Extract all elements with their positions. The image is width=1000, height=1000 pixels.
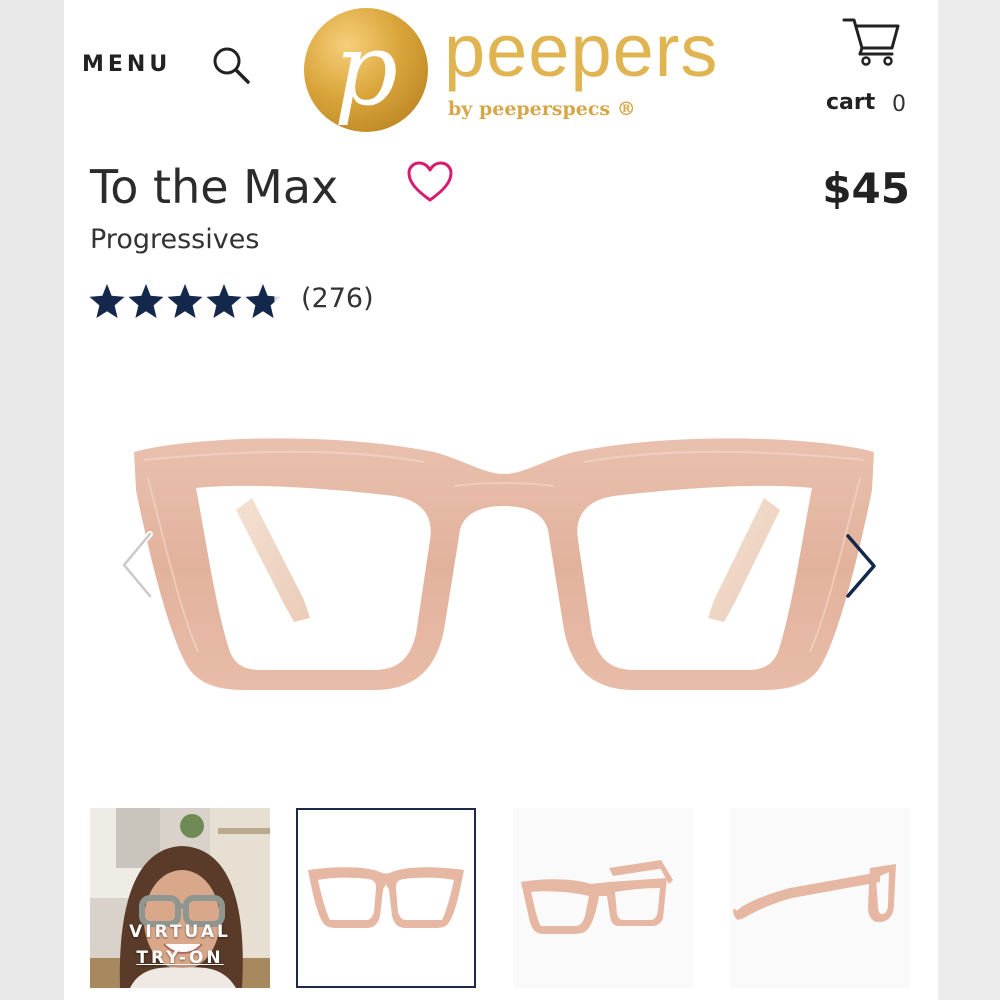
search-icon[interactable]: [210, 44, 252, 86]
star-icon: [167, 284, 203, 318]
product-page: MENU p peepers by peeperspecs ® cart 0 T…: [64, 0, 938, 1000]
thumbnail-angle-view[interactable]: [513, 808, 693, 988]
glasses-angle-thumbnail: [521, 860, 673, 934]
glasses-side-thumbnail: [733, 864, 896, 922]
virtual-try-on-label-line1: VIRTUAL: [129, 922, 231, 942]
glasses-front-thumbnail: [308, 867, 464, 928]
rating-stars[interactable]: [88, 280, 283, 322]
reviews-count[interactable]: (276): [301, 283, 374, 314]
product-main-image: [134, 438, 874, 690]
logo-badge-letter: p: [333, 11, 398, 128]
left-backdrop: [0, 0, 64, 1000]
menu-button[interactable]: MENU: [82, 52, 171, 77]
thumbnail-strip: VIRTUAL TRY-ON: [90, 808, 938, 990]
star-icon: [128, 284, 164, 318]
cart-link[interactable]: cart: [826, 90, 875, 115]
heart-icon[interactable]: [406, 160, 454, 204]
logo-badge: p: [304, 8, 428, 132]
star-icon: [89, 284, 125, 318]
star-icon: [206, 284, 242, 318]
star-icon: [245, 284, 281, 318]
thumbnail-virtual-try-on[interactable]: VIRTUAL TRY-ON: [90, 808, 270, 988]
cart-icon[interactable]: [842, 14, 902, 68]
cart-count: 0: [892, 92, 906, 117]
product-category: Progressives: [90, 224, 260, 255]
thumbnail-side-view[interactable]: [730, 808, 910, 988]
logo-tagline: by peeperspecs ®: [448, 98, 636, 120]
product-price: $45: [822, 164, 910, 213]
product-title: To the Max: [90, 160, 339, 214]
logo-wordmark: peepers: [444, 9, 719, 92]
brand-logo[interactable]: p peepers by peeperspecs ®: [304, 8, 744, 134]
right-backdrop: [938, 0, 1000, 1000]
thumbnail-front-view[interactable]: [296, 808, 476, 988]
previous-image-arrow-icon[interactable]: [118, 530, 158, 600]
virtual-try-on-label-line2: TRY-ON: [136, 948, 224, 968]
next-image-arrow-icon[interactable]: [842, 532, 882, 600]
